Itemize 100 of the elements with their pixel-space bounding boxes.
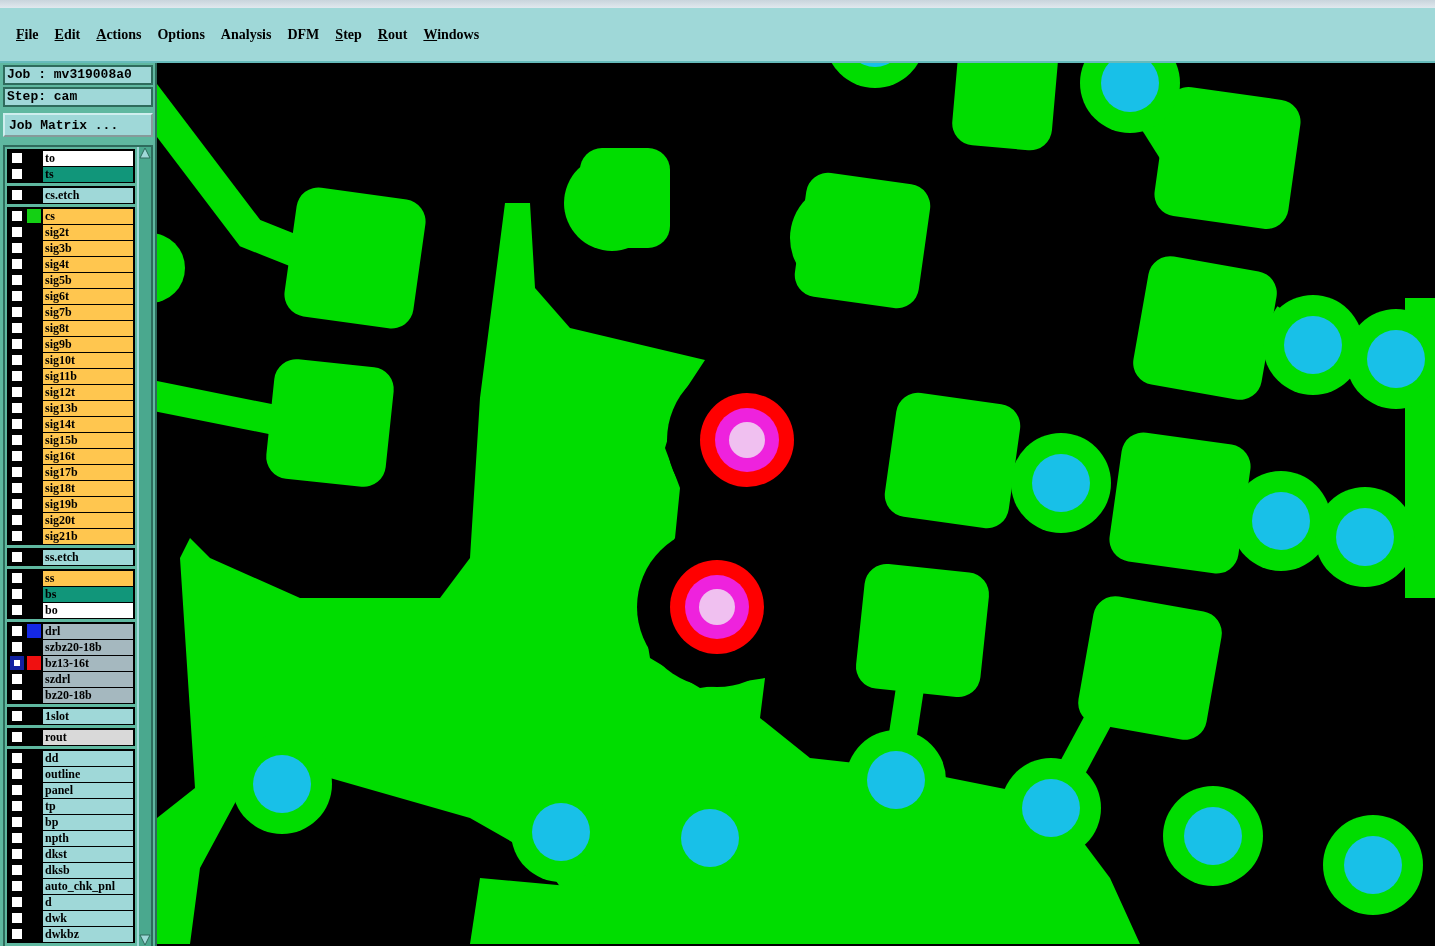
layer-name[interactable]: sig4t	[43, 256, 133, 272]
menu-item[interactable]: Edit	[46, 26, 89, 43]
menu-item[interactable]: Actions	[88, 26, 150, 43]
down-arrow-icon[interactable]	[139, 934, 151, 946]
layer-name[interactable]: bp	[43, 814, 133, 830]
checkbox[interactable]	[10, 188, 24, 202]
checkbox[interactable]	[10, 321, 24, 335]
layer-name[interactable]: 1slot	[43, 708, 133, 724]
checkbox[interactable]	[10, 337, 24, 351]
menu-item[interactable]: Step	[327, 26, 370, 43]
checkbox[interactable]	[10, 417, 24, 431]
checkbox[interactable]	[10, 751, 24, 765]
checkbox[interactable]	[10, 879, 24, 893]
checkbox[interactable]	[10, 640, 24, 654]
menu-item[interactable]: Windows	[415, 26, 488, 43]
checkbox[interactable]	[10, 550, 24, 564]
layer-name[interactable]: ss	[43, 570, 133, 586]
checkbox[interactable]	[10, 305, 24, 319]
layer-name[interactable]: sig3b	[43, 240, 133, 256]
checkbox[interactable]	[10, 151, 24, 165]
layer-name[interactable]: sig5b	[43, 272, 133, 288]
layer-name[interactable]: sig9b	[43, 336, 133, 352]
checkbox[interactable]	[10, 672, 24, 686]
menu-item[interactable]: Rout	[369, 26, 416, 43]
layer-name[interactable]: cs	[43, 208, 133, 224]
job-matrix-button[interactable]: Job Matrix ...	[3, 113, 153, 137]
layer-name[interactable]: sig17b	[43, 464, 133, 480]
checkbox[interactable]	[10, 289, 24, 303]
layer-name[interactable]: dwkbz	[43, 926, 133, 942]
checkbox[interactable]	[10, 241, 24, 255]
layer-name[interactable]: bs	[43, 586, 133, 602]
layer-name[interactable]: sig18t	[43, 480, 133, 496]
up-arrow-icon[interactable]	[139, 147, 151, 159]
checkbox[interactable]	[10, 587, 24, 601]
checkbox[interactable]	[10, 433, 24, 447]
checkbox[interactable]	[10, 831, 24, 845]
layer-name[interactable]: d	[43, 894, 133, 910]
checkbox[interactable]	[10, 656, 24, 670]
layer-name[interactable]: dd	[43, 750, 133, 766]
layer-name[interactable]: sig21b	[43, 528, 133, 544]
menu-item[interactable]: DFM	[279, 26, 328, 43]
layer-name[interactable]: to	[43, 150, 133, 166]
checkbox[interactable]	[10, 273, 24, 287]
checkbox[interactable]	[10, 927, 24, 941]
checkbox[interactable]	[10, 847, 24, 861]
layer-name[interactable]: tp	[43, 798, 133, 814]
layer-name[interactable]: szdrl	[43, 671, 133, 687]
checkbox[interactable]	[10, 225, 24, 239]
menu-item[interactable]: Analysis	[212, 26, 280, 43]
layer-name[interactable]: sig12t	[43, 384, 133, 400]
layer-name[interactable]: sig11b	[43, 368, 133, 384]
checkbox[interactable]	[10, 863, 24, 877]
checkbox[interactable]	[10, 709, 24, 723]
layer-name[interactable]: outline	[43, 766, 133, 782]
layer-name[interactable]: sig20t	[43, 512, 133, 528]
layer-name[interactable]: sig10t	[43, 352, 133, 368]
layer-name[interactable]: dkst	[43, 846, 133, 862]
checkbox[interactable]	[10, 799, 24, 813]
checkbox[interactable]	[10, 385, 24, 399]
layer-name[interactable]: bz20-18b	[43, 687, 133, 703]
checkbox[interactable]	[10, 209, 24, 223]
layer-name[interactable]: sig7b	[43, 304, 133, 320]
layer-name[interactable]: bo	[43, 602, 133, 618]
layer-name[interactable]: szbz20-18b	[43, 639, 133, 655]
menu-item[interactable]: File	[8, 26, 47, 43]
layer-name[interactable]: drl	[43, 623, 133, 639]
checkbox[interactable]	[10, 257, 24, 271]
layer-name[interactable]: sig6t	[43, 288, 133, 304]
layer-name[interactable]: dwk	[43, 910, 133, 926]
layer-name[interactable]: sig15b	[43, 432, 133, 448]
layer-name[interactable]: bz13-16t	[43, 655, 133, 671]
checkbox[interactable]	[10, 529, 24, 543]
layer-name[interactable]: ts	[43, 166, 133, 182]
checkbox[interactable]	[10, 624, 24, 638]
layer-name[interactable]: ss.etch	[43, 549, 133, 565]
checkbox[interactable]	[10, 783, 24, 797]
layer-name[interactable]: sig16t	[43, 448, 133, 464]
checkbox[interactable]	[10, 815, 24, 829]
checkbox[interactable]	[10, 730, 24, 744]
layer-name[interactable]: dksb	[43, 862, 133, 878]
checkbox[interactable]	[10, 369, 24, 383]
menu-item[interactable]: Options	[149, 26, 213, 43]
checkbox[interactable]	[10, 449, 24, 463]
layer-name[interactable]: sig14t	[43, 416, 133, 432]
layer-name[interactable]: sig13b	[43, 400, 133, 416]
checkbox[interactable]	[10, 481, 24, 495]
layer-name[interactable]: auto_chk_pnl	[43, 878, 133, 894]
checkbox[interactable]	[10, 497, 24, 511]
checkbox[interactable]	[10, 167, 24, 181]
layer-name[interactable]: sig2t	[43, 224, 133, 240]
checkbox[interactable]	[10, 688, 24, 702]
layer-name[interactable]: cs.etch	[43, 187, 133, 203]
checkbox[interactable]	[10, 465, 24, 479]
checkbox[interactable]	[10, 895, 24, 909]
layer-name[interactable]: sig8t	[43, 320, 133, 336]
checkbox[interactable]	[10, 571, 24, 585]
layer-name[interactable]: rout	[43, 729, 133, 745]
checkbox[interactable]	[10, 401, 24, 415]
checkbox[interactable]	[10, 353, 24, 367]
checkbox[interactable]	[10, 513, 24, 527]
